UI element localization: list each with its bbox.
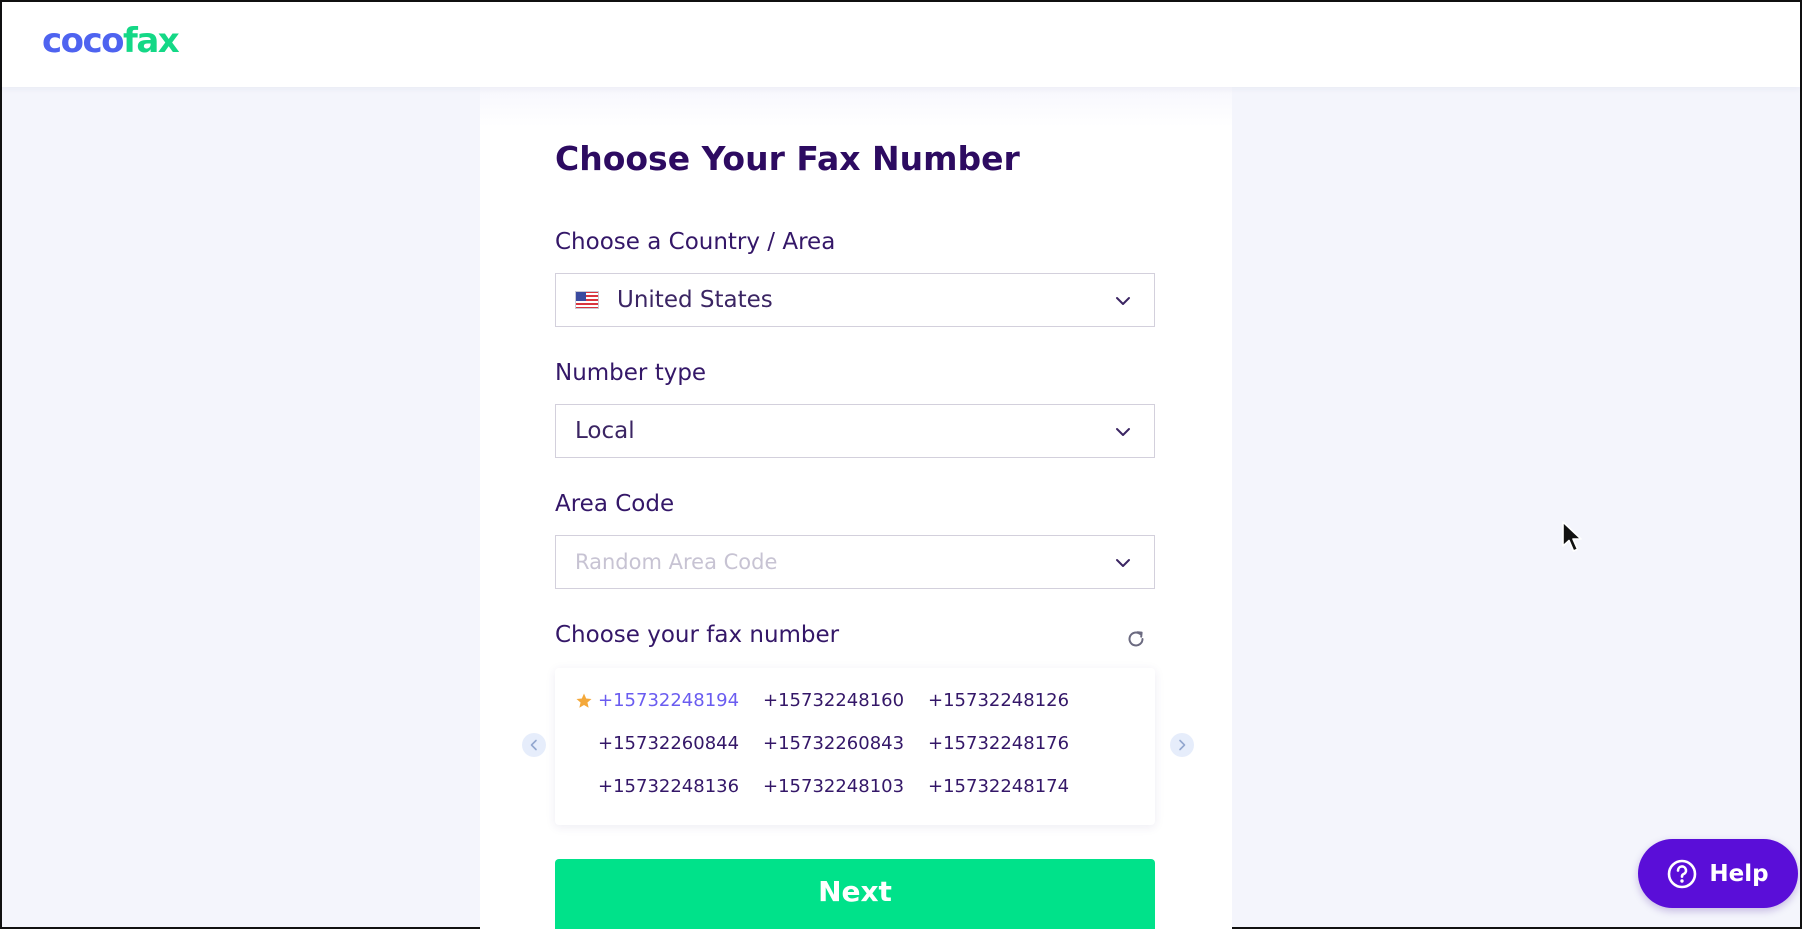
- number-type-value: Local: [575, 418, 635, 444]
- chevron-down-icon: [1116, 297, 1130, 305]
- country-select[interactable]: United States: [555, 273, 1155, 327]
- number-type-select[interactable]: Local: [555, 404, 1155, 458]
- mouse-cursor-icon: [1562, 521, 1582, 552]
- us-flag-icon: [575, 291, 599, 309]
- page-title: Choose Your Fax Number: [555, 139, 1020, 178]
- fax-number-option[interactable]: +15732248126: [928, 690, 1069, 711]
- number-type-label: Number type: [555, 360, 707, 386]
- country-value: United States: [617, 287, 773, 313]
- cocofax-logo[interactable]: cocofax: [42, 21, 180, 61]
- fax-number-grid: +15732248194 +15732248160 +15732248126 +…: [555, 668, 1155, 825]
- fax-number-option[interactable]: +15732248160: [763, 690, 904, 711]
- fax-number-card: Choose Your Fax Number Choose a Country …: [480, 87, 1232, 929]
- logo-text-primary: coco: [42, 21, 125, 61]
- chevron-right-icon: [1179, 739, 1186, 751]
- area-code-select[interactable]: Random Area Code: [555, 535, 1155, 589]
- fax-number-option[interactable]: +15732260844: [598, 733, 739, 754]
- top-header: cocofax: [2, 2, 1800, 87]
- fax-number-label: Choose your fax number: [555, 622, 840, 648]
- fax-number-option[interactable]: +15732260843: [763, 733, 904, 754]
- refresh-icon[interactable]: [1125, 628, 1147, 650]
- fax-number-option[interactable]: +15732248103: [763, 776, 904, 797]
- fax-number-option[interactable]: +15732248174: [928, 776, 1069, 797]
- help-button[interactable]: Help: [1638, 839, 1798, 908]
- help-label: Help: [1709, 860, 1769, 887]
- fax-number-option[interactable]: +15732248136: [598, 776, 739, 797]
- logo-text-accent: fax: [123, 21, 180, 61]
- prev-page-button[interactable]: [522, 733, 546, 757]
- fax-number-option-selected[interactable]: +15732248194: [598, 690, 739, 711]
- area-code-placeholder: Random Area Code: [575, 550, 778, 574]
- country-label: Choose a Country / Area: [555, 229, 836, 255]
- star-icon: [576, 693, 592, 708]
- area-code-label: Area Code: [555, 491, 675, 517]
- fax-number-option[interactable]: +15732248176: [928, 733, 1069, 754]
- chevron-left-icon: [530, 739, 537, 751]
- question-circle-icon: [1668, 859, 1697, 888]
- chevron-down-icon: [1116, 428, 1130, 436]
- next-page-button[interactable]: [1170, 733, 1194, 757]
- chevron-down-icon: [1116, 559, 1130, 567]
- next-button[interactable]: Next: [555, 859, 1155, 929]
